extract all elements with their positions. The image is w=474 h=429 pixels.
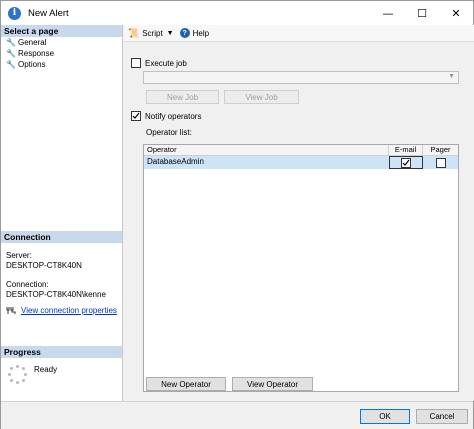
chevron-down-icon: ▼	[448, 73, 455, 80]
checkmark-icon	[132, 112, 140, 119]
window-controls: — ☐ ✕	[371, 1, 473, 25]
server-label: Server:	[6, 251, 32, 260]
execute-job-label: Execute job	[145, 58, 187, 68]
operator-list-label: Operator list:	[146, 128, 192, 137]
pager-checkbox[interactable]	[435, 157, 446, 168]
connection-header: Connection	[1, 231, 122, 243]
close-button[interactable]: ✕	[439, 1, 473, 25]
title-bar: i New Alert — ☐ ✕	[1, 1, 473, 25]
view-connection-row: View connection properties	[1, 305, 122, 315]
notify-operators-row[interactable]: Notify operators	[131, 111, 201, 121]
page-item-general[interactable]: 🔧 General	[1, 37, 122, 48]
dialog-window: i New Alert — ☐ ✕ Select a page 🔧 Genera…	[0, 0, 474, 429]
page-item-options[interactable]: 🔧 Options	[1, 59, 122, 70]
maximize-button[interactable]: ☐	[405, 1, 439, 25]
chevron-down-icon[interactable]: ▼	[167, 30, 174, 37]
progress-header: Progress	[1, 346, 122, 358]
page-item-response[interactable]: 🔧 Response	[1, 48, 122, 59]
connection-section: Connection Server: DESKTOP-CT8K40N Conne…	[1, 231, 122, 315]
progress-row: Ready	[1, 365, 122, 384]
column-header-pager[interactable]: Pager	[423, 145, 458, 155]
email-checkbox[interactable]	[400, 157, 411, 168]
operator-table: Operator E-mail Pager DatabaseAdmin	[143, 144, 459, 392]
wrench-icon: 🔧	[6, 60, 16, 69]
wrench-icon: 🔧	[6, 49, 16, 58]
checkmark-icon	[402, 159, 409, 166]
wrench-icon: 🔧	[6, 38, 16, 47]
progress-spinner-icon	[8, 365, 27, 384]
main-panel: 📜 Script ▼ ? Help Execute job ▼ New Job …	[124, 25, 474, 401]
pager-cell[interactable]	[423, 156, 458, 169]
toolbar: 📜 Script ▼ ? Help	[124, 25, 474, 42]
server-value: DESKTOP-CT8K40N	[6, 261, 82, 270]
operator-name-cell: DatabaseAdmin	[144, 156, 389, 169]
page-item-label: Response	[18, 49, 55, 58]
connection-plug-icon	[6, 307, 16, 314]
info-icon: i	[8, 6, 21, 20]
script-button[interactable]: 📜 Script ▼	[128, 28, 174, 39]
connection-value: DESKTOP-CT8K40N\kenne	[6, 290, 106, 299]
column-header-operator[interactable]: Operator	[144, 145, 389, 155]
column-header-email[interactable]: E-mail	[389, 145, 423, 155]
job-select[interactable]: ▼	[143, 71, 459, 84]
notify-operators-label: Notify operators	[145, 111, 202, 121]
progress-status: Ready	[34, 365, 58, 374]
script-icon: 📜	[128, 27, 140, 38]
help-label: Help	[192, 28, 210, 38]
select-page-header: Select a page	[1, 25, 122, 37]
connection-label: Connection:	[6, 280, 49, 289]
new-operator-button[interactable]: New Operator	[146, 377, 226, 391]
view-job-button[interactable]: View Job	[224, 90, 299, 104]
page-item-label: General	[18, 38, 47, 47]
left-panel: Select a page 🔧 General 🔧 Response 🔧 Opt…	[1, 25, 123, 401]
minimize-button[interactable]: —	[371, 1, 405, 25]
page-item-label: Options	[18, 60, 46, 69]
dialog-footer: OK Cancel	[1, 401, 473, 429]
view-connection-properties-link[interactable]: View connection properties	[21, 306, 117, 315]
view-operator-button[interactable]: View Operator	[232, 377, 313, 391]
script-label: Script	[142, 28, 163, 38]
execute-job-row[interactable]: Execute job	[131, 58, 187, 68]
progress-section: Progress Ready	[1, 346, 122, 384]
help-button[interactable]: ? Help	[179, 28, 210, 38]
help-icon: ?	[179, 28, 190, 38]
ok-button[interactable]: OK	[360, 409, 410, 424]
cancel-button[interactable]: Cancel	[416, 409, 468, 424]
window-title: New Alert	[28, 7, 69, 19]
execute-job-checkbox[interactable]	[131, 58, 141, 68]
email-cell[interactable]	[389, 156, 423, 169]
table-row[interactable]: DatabaseAdmin	[144, 156, 458, 169]
new-job-button[interactable]: New Job	[146, 90, 219, 104]
notify-operators-checkbox[interactable]	[131, 111, 141, 121]
table-header: Operator E-mail Pager	[144, 145, 458, 156]
